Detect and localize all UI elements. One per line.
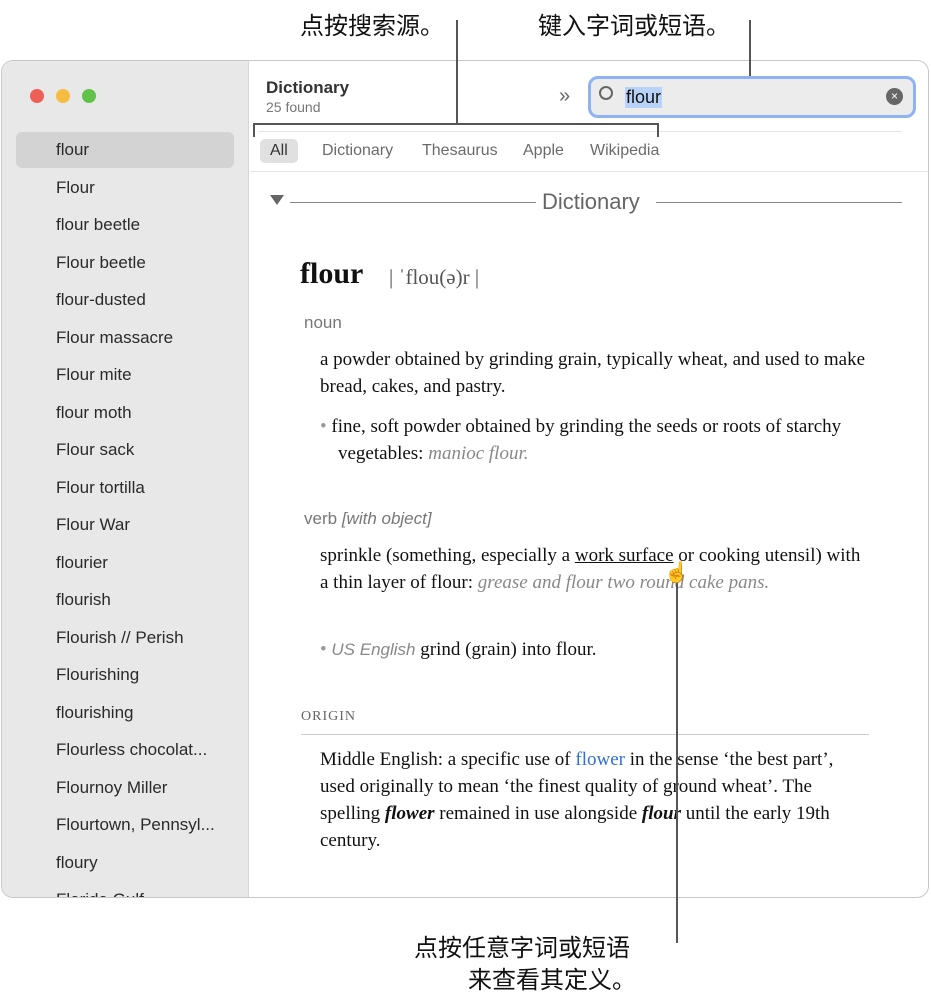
sidebar-item[interactable]: flour moth: [16, 395, 234, 431]
noun-definition[interactable]: a powder obtained by grinding grain, typ…: [320, 346, 880, 400]
verb-label: verb [with object]: [304, 509, 432, 528]
sidebar-item[interactable]: Florida Gulf: [16, 882, 234, 897]
search-input[interactable]: flour: [625, 87, 663, 108]
search-field[interactable]: flour ×: [588, 76, 916, 118]
collapse-triangle-icon[interactable]: [270, 195, 284, 205]
pointer-hand-icon: ☝: [664, 562, 689, 584]
sidebar-item[interactable]: flourishing: [16, 695, 234, 731]
sidebar-item[interactable]: floury: [16, 845, 234, 881]
sidebar-item[interactable]: Flourless chocolat...: [16, 732, 234, 768]
sidebar-item[interactable]: Flour sack: [16, 432, 234, 468]
sidebar-item[interactable]: Flour massacre: [16, 320, 234, 356]
dictionary-window: flour Flour flour beetle Flour beetle flour-…: [1, 60, 929, 898]
sidebar-item[interactable]: Flour tortilla: [16, 470, 234, 506]
sidebar-item[interactable]: Flourishing: [16, 657, 234, 693]
sidebar-item[interactable]: Flour: [16, 170, 234, 206]
minimize-button[interactable]: [56, 89, 70, 103]
sidebar-item[interactable]: Flournoy Miller: [16, 770, 234, 806]
sidebar-item[interactable]: flour: [16, 132, 234, 168]
tab-wikipedia[interactable]: Wikipedia: [580, 139, 669, 163]
origin-label: ORIGIN: [301, 709, 356, 724]
magnifier-icon: [599, 86, 613, 100]
sidebar-item[interactable]: flourish: [16, 582, 234, 618]
sidebar-item[interactable]: flour-dusted: [16, 282, 234, 318]
section-title: Dictionary: [542, 189, 640, 214]
tab-dictionary[interactable]: Dictionary: [312, 139, 403, 163]
sidebar-item[interactable]: flour beetle: [16, 207, 234, 243]
noun-subsense[interactable]: • fine, soft powder obtained by grinding…: [320, 413, 888, 467]
verb-definition[interactable]: sprinkle (something, especially a work s…: [320, 542, 865, 596]
headword: flour: [300, 257, 364, 290]
origin-text[interactable]: Middle English: a specific use of flower…: [320, 746, 872, 854]
pronunciation: | ˈflou(ə)r |: [389, 265, 480, 289]
close-button[interactable]: [30, 89, 44, 103]
sidebar-item[interactable]: Flour beetle: [16, 245, 234, 281]
sidebar: flour Flour flour beetle Flour beetle flour-…: [2, 61, 249, 897]
tab-apple[interactable]: Apple: [513, 139, 574, 163]
callout-click-1: 点按任意字词或短语: [414, 934, 630, 962]
callout-source: 点按搜索源。: [300, 12, 444, 40]
callout-type: 键入字词或短语。: [538, 12, 730, 40]
sidebar-item[interactable]: Flourish // Perish: [16, 620, 234, 656]
sidebar-item[interactable]: flourier: [16, 545, 234, 581]
sidebar-item[interactable]: Flour War: [16, 507, 234, 543]
callout-click-2: 来查看其定义。: [468, 966, 636, 994]
tab-all[interactable]: All: [260, 139, 298, 163]
result-count: 25 found: [266, 99, 321, 115]
clear-circle-icon[interactable]: ×: [886, 88, 903, 105]
verb-subsense[interactable]: • US English grind (grain) into flour.: [320, 636, 880, 663]
noun-label: noun: [304, 313, 342, 332]
sidebar-item[interactable]: Flourtown, Pennsyl...: [16, 807, 234, 843]
zoom-button[interactable]: [82, 89, 96, 103]
double-chevron-right-icon[interactable]: »: [559, 85, 570, 108]
work-surface-link[interactable]: work surface: [575, 545, 674, 566]
sidebar-item[interactable]: Flour mite: [16, 357, 234, 393]
header-title: Dictionary: [266, 78, 350, 97]
flower-link[interactable]: flower: [575, 749, 625, 770]
tab-thesaurus[interactable]: Thesaurus: [412, 139, 508, 163]
